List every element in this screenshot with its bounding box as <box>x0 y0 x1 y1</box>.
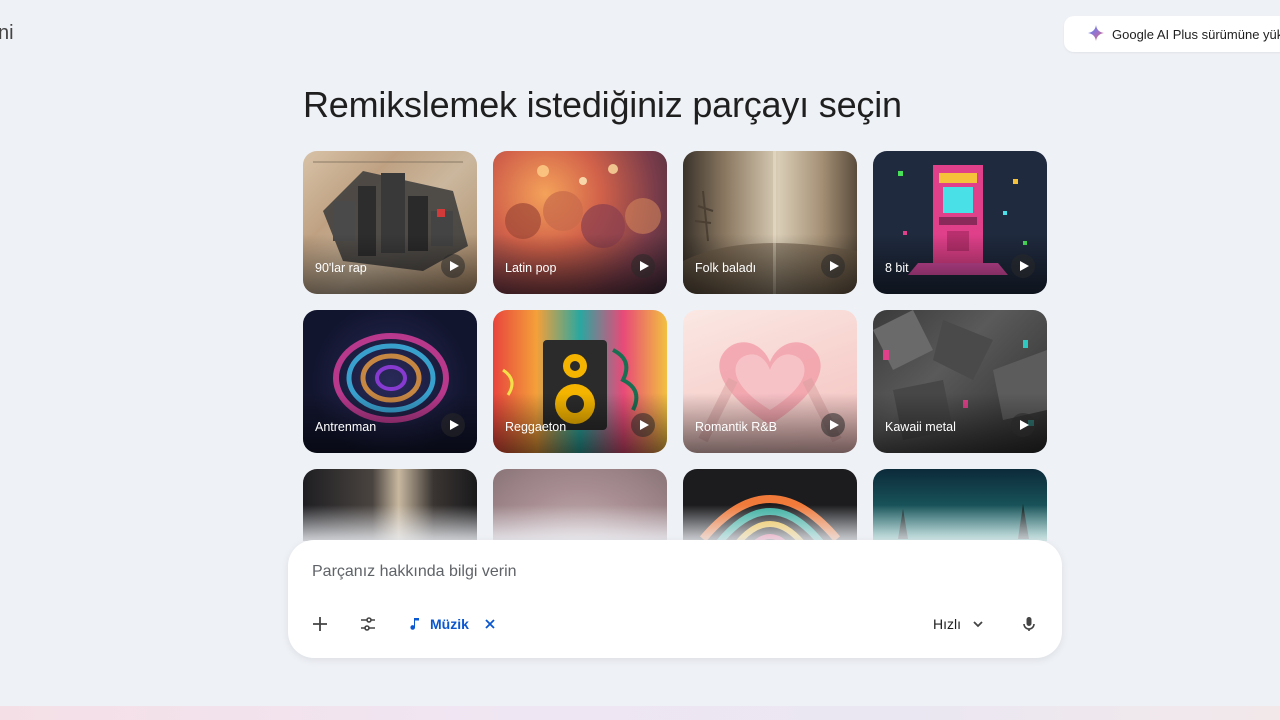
play-icon[interactable] <box>821 413 845 437</box>
page-title: Remikslemek istediğiniz parçayı seçin <box>303 84 902 125</box>
track-card-workout[interactable]: Antrenman <box>303 310 477 453</box>
music-chip-label: Müzik <box>430 616 469 632</box>
card-label: 90'lar rap <box>315 261 367 275</box>
play-icon[interactable] <box>441 254 465 278</box>
mic-icon[interactable] <box>1019 612 1039 636</box>
chevron-down-icon <box>973 621 983 628</box>
upgrade-button[interactable]: Google AI Plus sürümüne yük <box>1064 16 1280 52</box>
play-icon[interactable] <box>441 413 465 437</box>
track-card[interactable] <box>493 469 667 541</box>
card-label: 8 bit <box>885 261 909 275</box>
track-card[interactable] <box>683 469 857 541</box>
card-artwork <box>303 469 477 541</box>
plus-icon[interactable] <box>310 612 330 636</box>
music-note-icon <box>410 618 419 630</box>
card-label: Folk baladı <box>695 261 757 275</box>
app-title: ni <box>0 22 14 44</box>
track-card-90s-rap[interactable]: 90'lar rap <box>303 151 477 294</box>
card-artwork <box>873 469 1047 541</box>
track-card-folk-ballad[interactable]: Folk baladı <box>683 151 857 294</box>
play-icon[interactable] <box>1011 413 1035 437</box>
play-icon[interactable] <box>821 254 845 278</box>
card-label: Romantik R&B <box>695 420 777 434</box>
model-selector[interactable]: Hızlı <box>933 612 985 636</box>
track-card-8-bit[interactable]: 8 bit <box>873 151 1047 294</box>
card-label: Kawaii metal <box>885 420 956 434</box>
tune-icon[interactable] <box>358 612 378 636</box>
music-chip[interactable]: Müzik <box>408 612 497 636</box>
model-label: Hızlı <box>933 616 961 632</box>
card-label: Latin pop <box>505 261 557 275</box>
track-card[interactable] <box>303 469 477 541</box>
taskbar <box>0 706 1280 720</box>
prompt-composer: Müzik Hızlı <box>288 540 1062 658</box>
track-card-latin-pop[interactable]: Latin pop <box>493 151 667 294</box>
track-card-kawaii-metal[interactable]: Kawaii metal <box>873 310 1047 453</box>
play-icon[interactable] <box>631 413 655 437</box>
sparkle-icon <box>1088 24 1104 44</box>
card-artwork <box>683 469 857 541</box>
play-icon[interactable] <box>1011 254 1035 278</box>
card-label: Reggaeton <box>505 420 567 434</box>
track-card-romantic-rnb[interactable]: Romantik R&B <box>683 310 857 453</box>
track-card[interactable] <box>873 469 1047 541</box>
track-grid: 90'lar rap Latin pop Folk baladı 8 bit A… <box>303 151 1047 541</box>
upgrade-label: Google AI Plus sürümüne yük <box>1112 26 1280 42</box>
card-artwork <box>493 469 667 541</box>
track-card-reggaeton[interactable]: Reggaeton <box>493 310 667 453</box>
card-label: Antrenman <box>315 420 377 434</box>
play-icon[interactable] <box>631 254 655 278</box>
close-icon[interactable] <box>483 617 497 631</box>
prompt-input[interactable] <box>312 563 912 581</box>
